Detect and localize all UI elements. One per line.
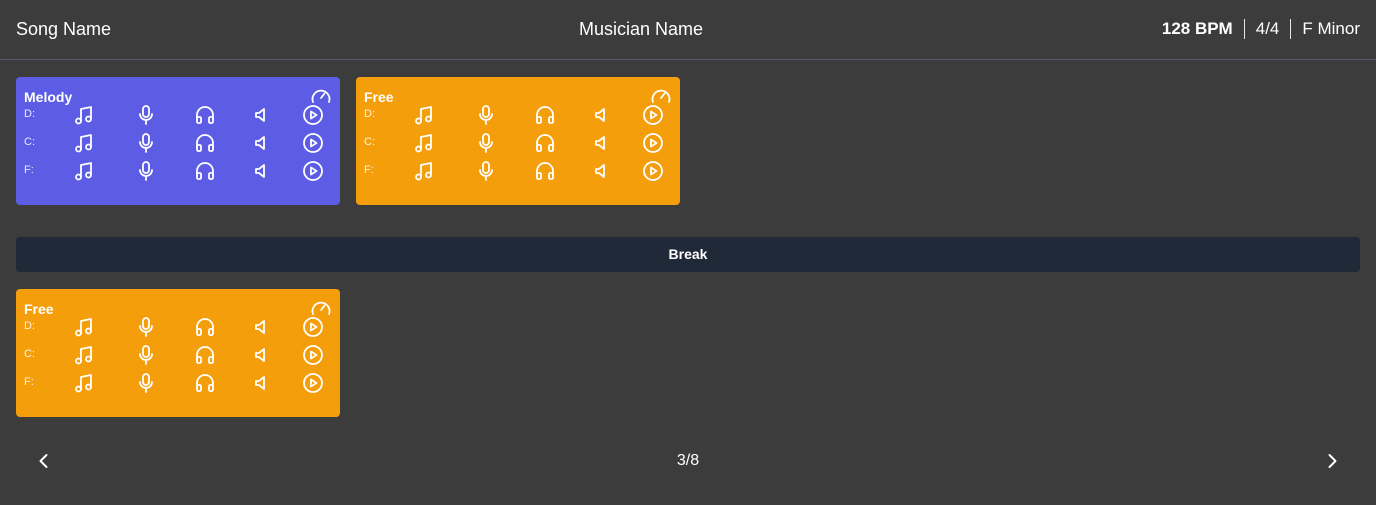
- musician-name: Musician Name: [578, 19, 704, 39]
- play-circle-icon[interactable]: [642, 132, 664, 154]
- card-row: F:: [16, 369, 340, 397]
- speaker-icon[interactable]: [250, 104, 272, 126]
- card-row: F:: [16, 157, 340, 185]
- music-note-icon[interactable]: [413, 132, 435, 154]
- bpm-value: 128 BPM: [1161, 19, 1233, 38]
- microphone-icon[interactable]: [475, 160, 497, 182]
- time-signature: 4/4: [1255, 19, 1280, 38]
- row-label: F:: [24, 164, 34, 176]
- headphones-icon[interactable]: [534, 160, 556, 182]
- divider: [1290, 19, 1292, 39]
- headphones-icon[interactable]: [194, 132, 216, 154]
- section-card[interactable]: Melody D: C: F:: [16, 77, 340, 205]
- play-circle-icon[interactable]: [302, 344, 324, 366]
- headphones-icon[interactable]: [194, 372, 216, 394]
- play-circle-icon[interactable]: [642, 104, 664, 126]
- speaker-icon[interactable]: [590, 132, 612, 154]
- speaker-icon[interactable]: [250, 316, 272, 338]
- section-card[interactable]: Free D: C: F:: [16, 289, 340, 417]
- music-note-icon[interactable]: [73, 372, 95, 394]
- headphones-icon[interactable]: [194, 104, 216, 126]
- row-label: C:: [24, 348, 35, 360]
- play-circle-icon[interactable]: [302, 104, 324, 126]
- section-card[interactable]: Free D: C: F:: [356, 77, 680, 205]
- music-note-icon[interactable]: [73, 104, 95, 126]
- speaker-icon[interactable]: [250, 160, 272, 182]
- speaker-icon[interactable]: [250, 344, 272, 366]
- headphones-icon[interactable]: [194, 344, 216, 366]
- song-meta: 128 BPM 4/4 F Minor: [1162, 19, 1360, 39]
- play-circle-icon[interactable]: [302, 372, 324, 394]
- card-row: D:: [356, 101, 680, 129]
- top-bar: Song Name Musician Name 128 BPM 4/4 F Mi…: [0, 0, 1376, 60]
- music-note-icon[interactable]: [413, 160, 435, 182]
- card-row: D:: [16, 101, 340, 129]
- speaker-icon[interactable]: [590, 160, 612, 182]
- play-circle-icon[interactable]: [302, 316, 324, 338]
- divider: [1243, 19, 1245, 39]
- row-label: D:: [24, 108, 35, 120]
- microphone-icon[interactable]: [475, 104, 497, 126]
- chevron-right-icon[interactable]: [1320, 449, 1344, 473]
- play-circle-icon[interactable]: [302, 132, 324, 154]
- music-note-icon[interactable]: [73, 132, 95, 154]
- microphone-icon[interactable]: [135, 160, 157, 182]
- microphone-icon[interactable]: [475, 132, 497, 154]
- microphone-icon[interactable]: [135, 132, 157, 154]
- speaker-icon[interactable]: [250, 372, 272, 394]
- headphones-icon[interactable]: [534, 104, 556, 126]
- card-row: C:: [356, 129, 680, 157]
- headphones-icon[interactable]: [194, 316, 216, 338]
- microphone-icon[interactable]: [135, 104, 157, 126]
- row-label: D:: [364, 108, 375, 120]
- play-circle-icon[interactable]: [642, 160, 664, 182]
- music-note-icon[interactable]: [73, 344, 95, 366]
- song-key: F Minor: [1302, 19, 1360, 38]
- microphone-icon[interactable]: [135, 316, 157, 338]
- row-label: C:: [24, 136, 35, 148]
- speaker-icon[interactable]: [250, 132, 272, 154]
- page-indicator: 3/8: [676, 452, 700, 469]
- music-note-icon[interactable]: [413, 104, 435, 126]
- speaker-icon[interactable]: [590, 104, 612, 126]
- row-label: F:: [364, 164, 374, 176]
- card-row: C:: [16, 341, 340, 369]
- card-row: F:: [356, 157, 680, 185]
- card-row: C:: [16, 129, 340, 157]
- card-row: D:: [16, 313, 340, 341]
- row-label: F:: [24, 376, 34, 388]
- row-label: D:: [24, 320, 35, 332]
- headphones-icon[interactable]: [194, 160, 216, 182]
- row-label: C:: [364, 136, 375, 148]
- break-bar[interactable]: Break: [16, 237, 1360, 272]
- headphones-icon[interactable]: [534, 132, 556, 154]
- music-note-icon[interactable]: [73, 160, 95, 182]
- microphone-icon[interactable]: [135, 344, 157, 366]
- play-circle-icon[interactable]: [302, 160, 324, 182]
- music-note-icon[interactable]: [73, 316, 95, 338]
- microphone-icon[interactable]: [135, 372, 157, 394]
